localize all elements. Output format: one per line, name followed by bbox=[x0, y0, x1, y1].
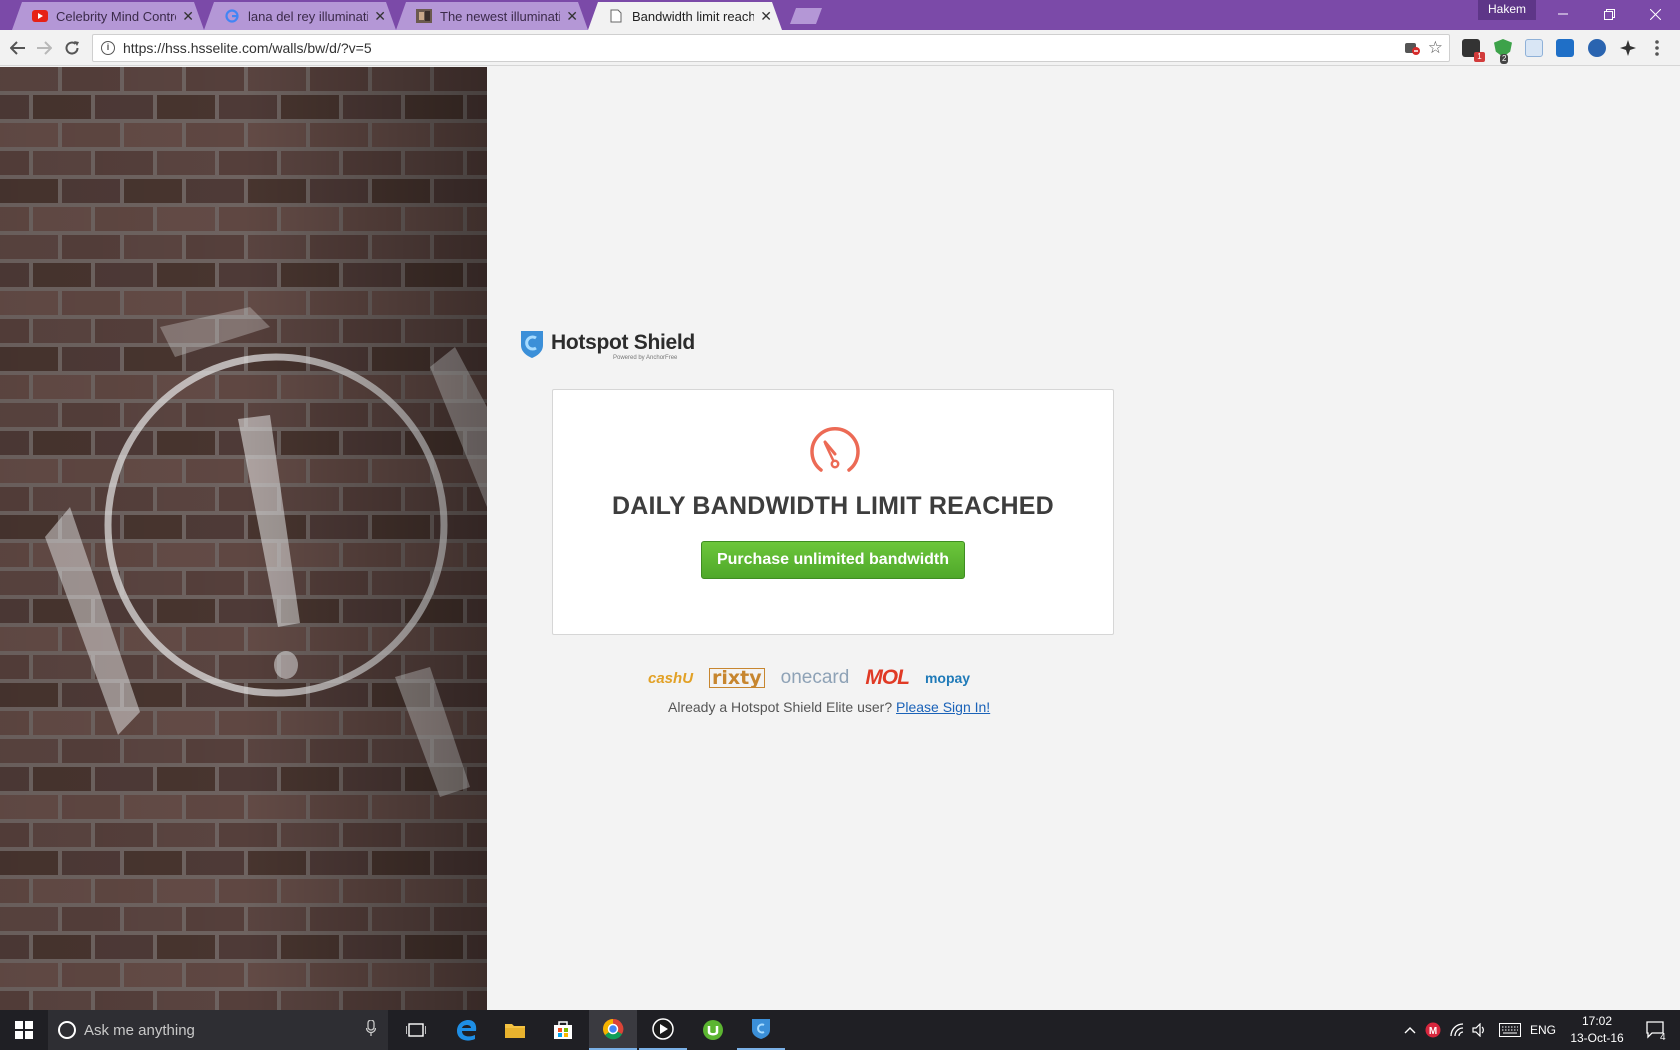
cashu-logo: cashU bbox=[648, 669, 694, 687]
restore-icon[interactable] bbox=[1586, 0, 1632, 28]
google-icon bbox=[224, 8, 240, 24]
reload-icon bbox=[65, 41, 79, 55]
file-explorer-icon[interactable] bbox=[491, 1010, 539, 1050]
tab-celebrity-mind-control[interactable]: Celebrity Mind Control S ✕ bbox=[12, 2, 204, 30]
tab-lana-del-rey[interactable]: lana del rey illuminati - G ✕ bbox=[204, 2, 396, 30]
tab-title: Bandwidth limit reached bbox=[632, 8, 755, 24]
page-icon bbox=[608, 8, 624, 24]
store-icon[interactable] bbox=[539, 1010, 587, 1050]
clock[interactable]: 17:02 13-Oct-16 bbox=[1562, 1013, 1632, 1047]
network-icon[interactable] bbox=[1447, 1010, 1469, 1050]
search-placeholder: Ask me anything bbox=[84, 1021, 195, 1039]
cortana-search[interactable]: Ask me anything bbox=[48, 1010, 388, 1050]
back-button[interactable] bbox=[6, 36, 30, 60]
brand-name: Hotspot Shield bbox=[551, 331, 695, 354]
tab-title: Celebrity Mind Control S bbox=[56, 8, 175, 24]
extension-icon-5[interactable] bbox=[1588, 39, 1606, 57]
task-view-icon[interactable] bbox=[392, 1010, 440, 1050]
reload-button[interactable] bbox=[60, 36, 84, 60]
youtube-icon bbox=[32, 8, 48, 24]
tab-bandwidth-limit[interactable]: Bandwidth limit reached ✕ bbox=[588, 2, 782, 30]
image-thumb-icon bbox=[416, 8, 432, 24]
extension-icon-4[interactable] bbox=[1556, 39, 1574, 57]
cortana-icon bbox=[58, 1021, 76, 1039]
close-window-icon[interactable] bbox=[1632, 0, 1678, 28]
tray-app-icon[interactable]: M bbox=[1422, 1010, 1444, 1050]
clock-date: 13-Oct-16 bbox=[1570, 1031, 1624, 1045]
windows-taskbar: Ask me anything M ENG 17:02 13-Oct-16 4 bbox=[0, 1010, 1680, 1050]
extension-badge: 2 bbox=[1500, 54, 1509, 64]
extension-badge: 1 bbox=[1474, 52, 1485, 62]
browser-toolbar: i https://hss.hsselite.com/walls/bw/d/?v… bbox=[0, 30, 1680, 66]
mol-logo: MOL bbox=[865, 666, 910, 689]
browser-titlebar: Celebrity Mind Control S ✕ lana del rey … bbox=[0, 0, 1680, 30]
blocked-content-icon[interactable] bbox=[1404, 40, 1420, 56]
address-bar[interactable]: i https://hss.hsselite.com/walls/bw/d/?v… bbox=[92, 34, 1450, 62]
forward-button[interactable] bbox=[32, 36, 56, 60]
volume-icon[interactable] bbox=[1469, 1010, 1491, 1050]
signin-link[interactable]: Please Sign In! bbox=[896, 699, 990, 715]
close-icon[interactable]: ✕ bbox=[760, 8, 772, 25]
chrome-taskbar-icon[interactable] bbox=[589, 1010, 637, 1050]
close-icon[interactable]: ✕ bbox=[566, 8, 578, 25]
utorrent-icon[interactable] bbox=[689, 1010, 737, 1050]
microphone-icon[interactable] bbox=[365, 1019, 377, 1040]
hotspot-shield-taskbar-icon[interactable] bbox=[737, 1010, 785, 1050]
limit-heading: DAILY BANDWIDTH LIMIT REACHED bbox=[612, 492, 1054, 520]
mopay-logo: mopay bbox=[924, 670, 971, 686]
keyboard-icon[interactable] bbox=[1496, 1010, 1524, 1050]
notification-count: 4 bbox=[1660, 1032, 1666, 1043]
extension-icon-3[interactable] bbox=[1525, 39, 1543, 57]
profile-name[interactable]: Hakem bbox=[1478, 0, 1537, 20]
minimize-icon[interactable] bbox=[1540, 0, 1586, 28]
edge-icon[interactable] bbox=[443, 1010, 491, 1050]
chrome-menu-icon[interactable] bbox=[1654, 39, 1672, 57]
extension-icon-6[interactable] bbox=[1619, 39, 1637, 57]
action-center-icon[interactable]: 4 bbox=[1636, 1010, 1676, 1050]
shield-logo-icon bbox=[521, 331, 543, 358]
rixty-logo: rixty bbox=[709, 668, 765, 688]
bookmark-star-icon[interactable]: ☆ bbox=[1428, 38, 1443, 58]
show-hidden-icons-icon[interactable] bbox=[1400, 1010, 1420, 1050]
back-arrow-icon bbox=[10, 41, 25, 55]
brick-wall-image bbox=[0, 67, 487, 1010]
tab-title: lana del rey illuminati - G bbox=[248, 8, 369, 24]
close-icon[interactable]: ✕ bbox=[182, 8, 194, 25]
site-info-icon[interactable]: i bbox=[101, 41, 115, 55]
language-indicator[interactable]: ENG bbox=[1528, 1010, 1558, 1050]
page-viewport: Hotspot Shield Powered by AnchorFree DAI… bbox=[0, 67, 1680, 1010]
powered-by-text: Powered by AnchorFree bbox=[613, 355, 678, 361]
speed-gauge-icon bbox=[810, 427, 860, 472]
clock-time: 17:02 bbox=[1581, 1014, 1613, 1028]
payment-methods: cashU rixty onecard MOL mopay bbox=[648, 665, 986, 691]
extension-icon-1[interactable]: 1 bbox=[1462, 39, 1485, 62]
windows-logo-icon bbox=[15, 1021, 33, 1039]
media-player-icon[interactable] bbox=[639, 1010, 687, 1050]
hotspot-shield-logo: Hotspot Shield Powered by AnchorFree bbox=[519, 329, 695, 361]
close-icon[interactable]: ✕ bbox=[374, 8, 386, 25]
purchase-unlimited-button[interactable]: Purchase unlimited bandwidth bbox=[701, 541, 965, 579]
signin-line: Already a Hotspot Shield Elite user? Ple… bbox=[668, 699, 990, 715]
signin-prompt: Already a Hotspot Shield Elite user? bbox=[668, 699, 893, 715]
url-text[interactable]: https://hss.hsselite.com/walls/bw/d/?v=5 bbox=[123, 40, 1404, 56]
tab-newest-illuminati[interactable]: The newest illuminati pu ✕ bbox=[396, 2, 588, 30]
tab-title: The newest illuminati pu bbox=[440, 8, 561, 24]
onecard-logo: onecard bbox=[780, 667, 850, 688]
bandwidth-limit-card: DAILY BANDWIDTH LIMIT REACHED Purchase u… bbox=[552, 389, 1114, 635]
svg-text:M: M bbox=[1429, 1026, 1437, 1037]
start-button[interactable] bbox=[0, 1010, 48, 1050]
forward-arrow-icon bbox=[37, 41, 52, 55]
new-tab-button[interactable] bbox=[790, 8, 822, 24]
